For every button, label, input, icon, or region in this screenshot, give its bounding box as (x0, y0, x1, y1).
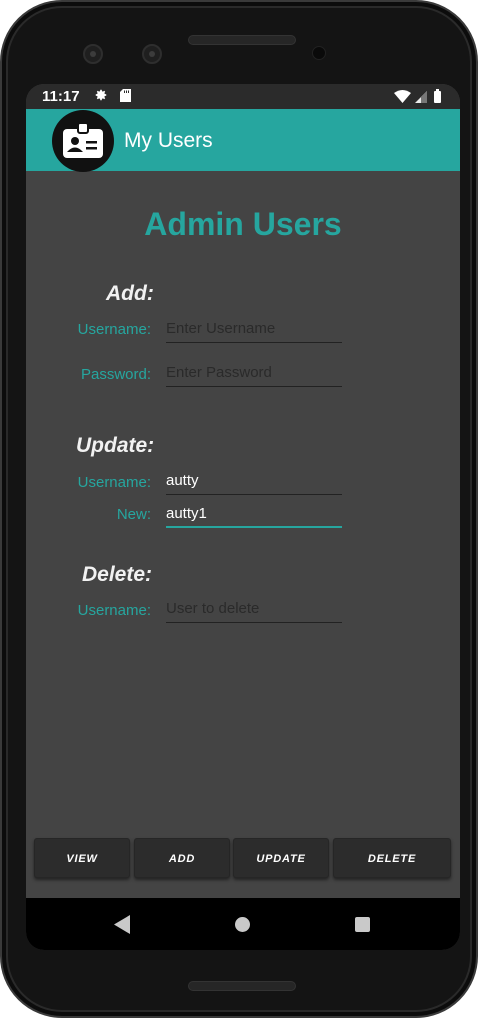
bottom-speaker (188, 981, 296, 991)
update-button[interactable]: UPDATE (233, 838, 329, 878)
navigation-bar (26, 898, 460, 950)
section-title-delete: Delete: (82, 563, 153, 586)
delete-button[interactable]: DELETE (333, 838, 451, 878)
view-button[interactable]: VIEW (34, 838, 130, 878)
status-icons-group (394, 89, 441, 103)
battery-icon (434, 89, 441, 103)
delete-username-label: Username: (77, 602, 151, 619)
recents-square-icon[interactable] (355, 917, 370, 932)
update-new-username-input[interactable] (166, 500, 342, 528)
page-title: Admin Users (144, 206, 342, 242)
add-username-input[interactable] (166, 315, 342, 343)
front-sensor-icon (142, 44, 162, 64)
app-logo (52, 110, 114, 172)
section-title-add: Add: (106, 282, 154, 305)
screen: 11:17 My Users Admin Users Add: Username… (26, 84, 460, 950)
update-username-input[interactable] (166, 467, 342, 495)
status-time: 11:17 (42, 88, 80, 105)
phone-frame: 11:17 My Users Admin Users Add: Username… (0, 0, 478, 1018)
home-circle-icon[interactable] (235, 917, 250, 932)
add-button[interactable]: ADD (134, 838, 230, 878)
add-username-label: Username: (77, 321, 151, 338)
action-button-bar: VIEW ADD UPDATE DELETE (34, 838, 452, 878)
delete-username-input[interactable] (166, 595, 342, 623)
proximity-sensor-icon (312, 46, 326, 60)
settings-gear-icon (95, 89, 107, 101)
update-new-label: New: (116, 506, 151, 523)
add-password-label: Password: (80, 366, 151, 383)
wifi-icon (394, 90, 411, 103)
earpiece-speaker (188, 35, 296, 45)
add-password-input[interactable] (166, 359, 342, 387)
cell-signal-icon (415, 91, 427, 103)
app-title: My Users (124, 129, 213, 152)
sd-card-icon (120, 89, 131, 102)
back-triangle-icon[interactable] (114, 915, 131, 934)
front-camera-icon (83, 44, 103, 64)
update-username-label: Username: (77, 474, 151, 491)
section-title-update: Update: (76, 434, 155, 457)
app-bar: My Users (26, 109, 460, 172)
status-bar: 11:17 (26, 84, 460, 109)
id-badge-icon (63, 122, 103, 158)
